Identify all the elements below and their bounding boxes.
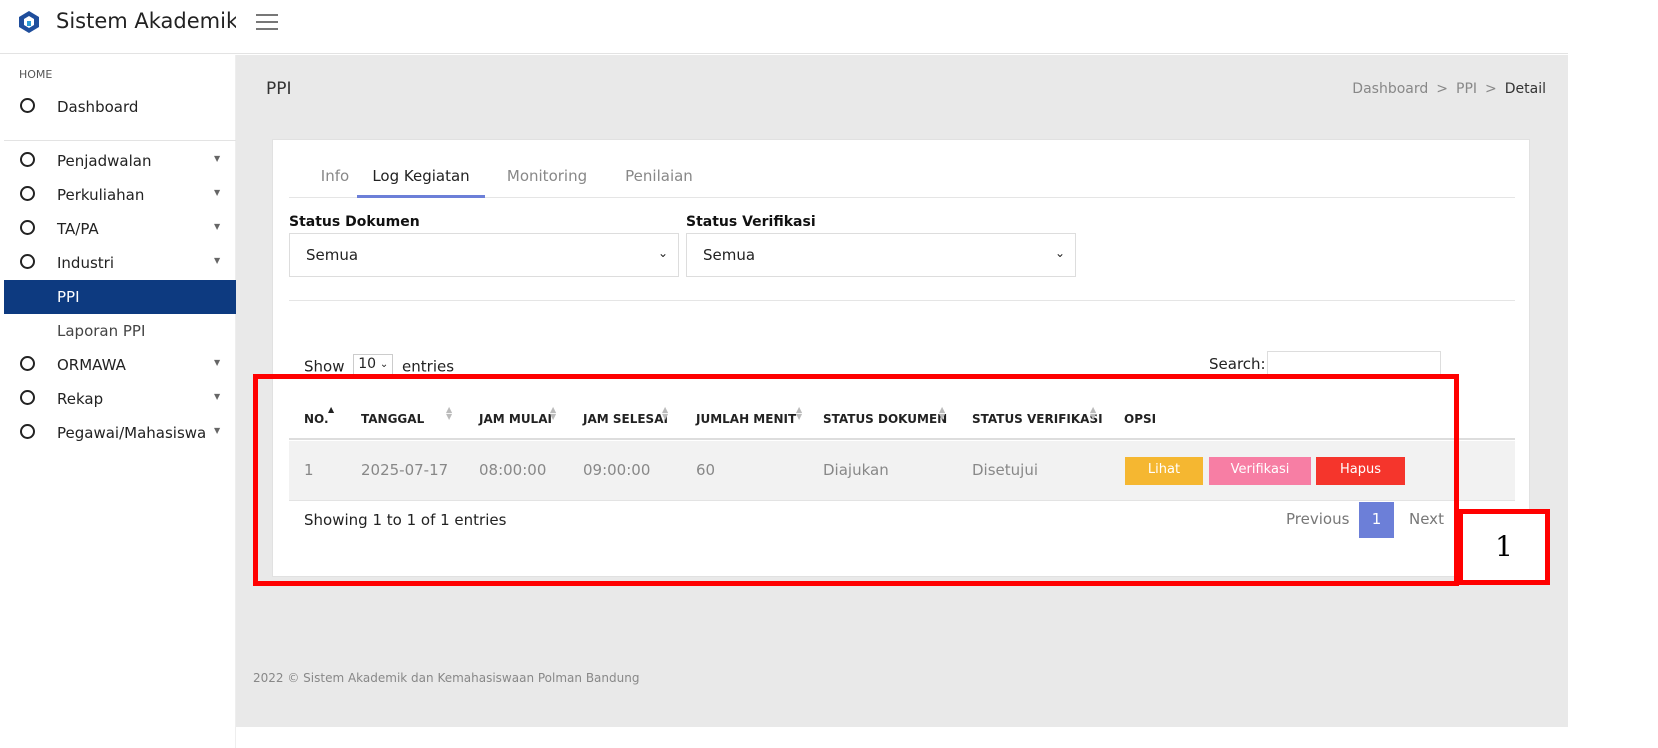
- status-verifikasi-select[interactable]: Semua ⌄: [686, 233, 1076, 277]
- caret-down-icon: ▼: [214, 358, 221, 367]
- sidebar: HOME Dashboard Penjadwalan ▼ Perkuliahan…: [4, 55, 236, 748]
- circle-icon: [20, 152, 35, 167]
- circle-icon: [20, 186, 35, 201]
- caret-down-icon: ▼: [214, 154, 221, 163]
- annotation-highlight-box: [253, 374, 1459, 586]
- circle-icon: [20, 356, 35, 371]
- status-verifikasi-value: Semua: [703, 246, 756, 264]
- status-dokumen-label: Status Dokumen: [289, 214, 420, 230]
- sidebar-divider: [4, 140, 236, 141]
- show-label: Show: [304, 357, 345, 376]
- search-label: Search:: [1209, 355, 1266, 373]
- sidebar-item-label: Rekap: [57, 390, 104, 408]
- sidebar-item-pegawai-mahasiswa[interactable]: Pegawai/Mahasiswa ▼: [4, 416, 236, 450]
- menu-toggle-icon[interactable]: [256, 14, 278, 30]
- sidebar-item-ppi[interactable]: PPI: [4, 280, 236, 314]
- tab-monitoring[interactable]: Monitoring: [499, 158, 595, 198]
- chevron-down-icon: ⌄: [657, 246, 668, 260]
- sidebar-item-label: Industri: [57, 254, 114, 272]
- sidebar-item-label: Dashboard: [57, 98, 139, 116]
- sidebar-item-label: PPI: [57, 288, 80, 306]
- breadcrumb-item-ppi[interactable]: PPI: [1456, 81, 1477, 97]
- breadcrumb: Dashboard > PPI > Detail: [1352, 81, 1546, 97]
- caret-down-icon: ▼: [214, 392, 221, 401]
- circle-icon: [20, 390, 35, 405]
- sidebar-item-label: Penjadwalan: [57, 152, 152, 170]
- circle-icon: [20, 98, 35, 113]
- circle-icon: [20, 254, 35, 269]
- sidebar-item-label: TA/PA: [57, 220, 99, 238]
- status-dokumen-select[interactable]: Semua ⌄: [289, 233, 679, 277]
- sidebar-item-ormawa[interactable]: ORMAWA ▼: [4, 348, 236, 382]
- caret-down-icon: ▼: [214, 188, 221, 197]
- status-verifikasi-label: Status Verifikasi: [686, 214, 816, 230]
- sidebar-item-rekap[interactable]: Rekap ▼: [4, 382, 236, 416]
- breadcrumb-item-detail: Detail: [1504, 81, 1546, 97]
- annotation-label-box: 1: [1458, 509, 1550, 585]
- sidebar-item-label: Laporan PPI: [57, 322, 146, 340]
- chevron-down-icon: ⌄: [379, 359, 389, 370]
- chevron-right-icon: >: [1436, 81, 1448, 97]
- sidebar-item-dashboard[interactable]: Dashboard: [4, 90, 236, 124]
- top-bar: Sistem Akademik: [0, 0, 1568, 54]
- sidebar-item-label: Pegawai/Mahasiswa: [57, 424, 207, 442]
- circle-icon: [20, 424, 35, 439]
- sidebar-item-perkuliahan[interactable]: Perkuliahan ▼: [4, 178, 236, 212]
- sidebar-item-penjadwalan[interactable]: Penjadwalan ▼: [4, 144, 236, 178]
- chevron-down-icon: ⌄: [1054, 246, 1065, 260]
- sidebar-heading: HOME: [19, 68, 53, 81]
- breadcrumb-item-dashboard[interactable]: Dashboard: [1352, 81, 1428, 97]
- app-title: Sistem Akademik: [56, 9, 236, 33]
- annotation-label: 1: [1495, 530, 1513, 563]
- status-dokumen-value: Semua: [306, 246, 359, 264]
- circle-icon: [20, 220, 35, 235]
- tab-log-kegiatan[interactable]: Log Kegiatan: [357, 158, 485, 198]
- footer-text: 2022 © Sistem Akademik dan Kemahasiswaan…: [253, 671, 640, 685]
- sidebar-item-laporan-ppi[interactable]: Laporan PPI: [4, 314, 236, 348]
- sidebar-item-ta-pa[interactable]: TA/PA ▼: [4, 212, 236, 246]
- sidebar-item-industri[interactable]: Industri ▼: [4, 246, 236, 280]
- entries-label: entries: [402, 357, 455, 376]
- tab-bar: Info Log Kegiatan Monitoring Penilaian: [289, 158, 1515, 198]
- tab-penilaian[interactable]: Penilaian: [619, 158, 699, 198]
- chevron-right-icon: >: [1485, 81, 1497, 97]
- entries-length-value: 10: [358, 356, 377, 372]
- divider: [289, 300, 1515, 301]
- caret-down-icon: ▼: [214, 256, 221, 265]
- app-logo-icon: [19, 11, 39, 33]
- sidebar-item-label: Perkuliahan: [57, 186, 145, 204]
- caret-down-icon: ▼: [214, 222, 221, 231]
- sidebar-item-label: ORMAWA: [57, 356, 126, 374]
- page-title: PPI: [266, 79, 292, 99]
- caret-down-icon: ▼: [214, 426, 221, 435]
